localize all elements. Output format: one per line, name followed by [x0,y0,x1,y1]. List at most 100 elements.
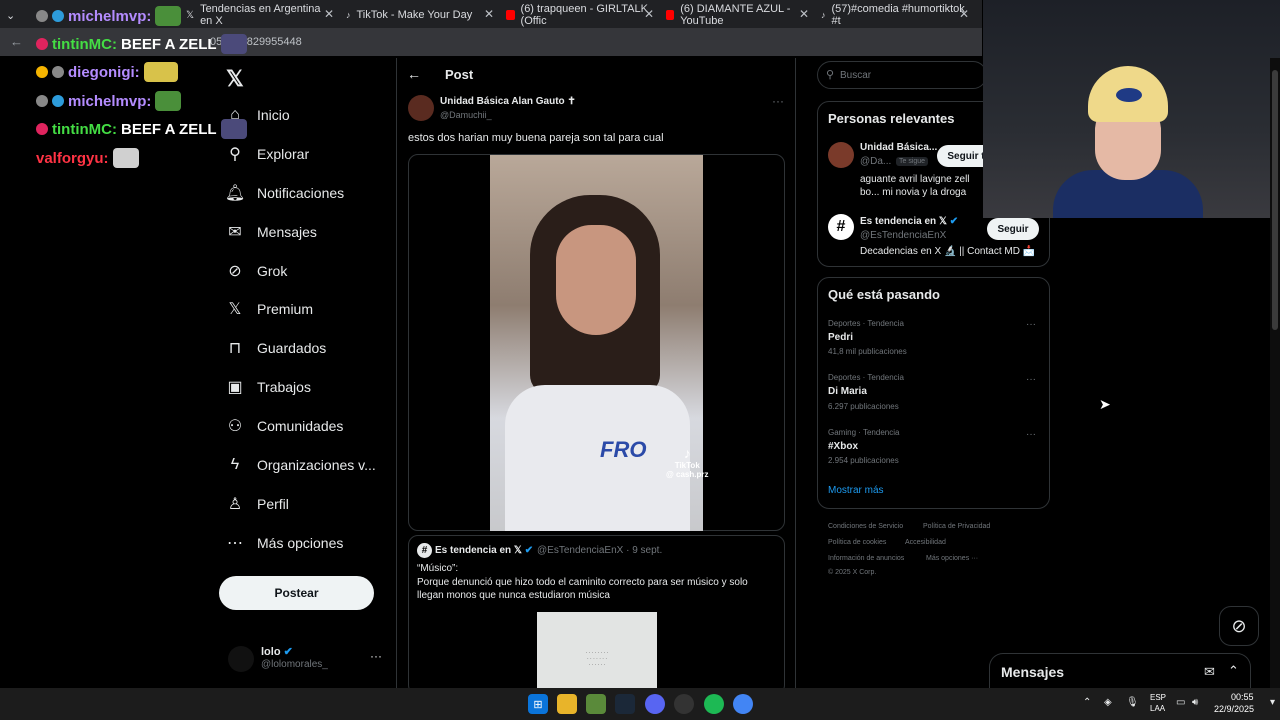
close-icon[interactable]: ✕ [644,7,654,21]
messages-drawer[interactable]: Mensajes ✉ ⌃ [989,653,1251,693]
verified-icon: ✔ [949,216,959,227]
footer-link[interactable]: Condiciones de Servicio [828,523,903,530]
avatar[interactable] [828,142,854,168]
clock-date[interactable]: 22/9/2025 [1214,704,1254,714]
person-name[interactable]: Unidad Básica... [860,142,937,153]
discord-icon[interactable] [645,694,665,714]
nav-label: Inicio [257,107,290,123]
tab-youtube-trapqueen[interactable]: (6) trapqueen - GIRLTALK (Offic ✕ [500,3,660,27]
nav-grok[interactable]: ⊘ Grok [226,262,287,280]
more-icon[interactable]: ··· [772,94,784,108]
more-icon[interactable]: ··· [370,649,382,663]
nav-organizaciones[interactable]: ϟ Organizaciones v... [226,456,376,474]
search-input[interactable]: ⚲ Buscar [817,61,987,89]
steam-icon[interactable] [615,694,635,714]
tab-label: (6) DIAMANTE AZUL - YouTube [680,3,791,27]
x-premium-icon: 𝕏 [228,301,242,318]
account-switcher[interactable]: lolo ✔ @lolomorales_ ··· [228,642,388,678]
more-icon[interactable]: ··· [1026,319,1036,330]
back-arrow-icon[interactable]: ← [407,66,421,82]
chat-line: tintinMC: BEEF A ZELL [36,119,247,139]
close-icon[interactable]: ✕ [799,7,809,21]
new-message-icon[interactable]: ✉ [1204,664,1215,680]
language-indicator[interactable]: ESP [1150,693,1166,702]
close-icon[interactable]: ✕ [324,7,334,21]
trend-name[interactable]: Di Maria [828,386,867,397]
tab-youtube-diamante[interactable]: (6) DIAMANTE AZUL - YouTube ✕ [660,3,815,27]
footer-link[interactable]: Accesibilidad [905,539,946,546]
tab-menu-button[interactable]: ⌄ [0,4,24,26]
network-icon[interactable]: ▭ [1176,697,1185,708]
emote-icon [112,148,139,168]
chrome-icon[interactable] [733,694,753,714]
language-indicator[interactable]: LAA [1150,704,1165,713]
footer-link[interactable]: Política de cookies [828,539,886,546]
nav-explorar[interactable]: ⚲ Explorar [226,145,309,163]
trend-count: 2.954 publicaciones [828,456,899,465]
chat-username: diegonigi: [68,63,140,81]
nav-label: Perfil [257,496,289,512]
avatar[interactable] [408,95,434,121]
close-icon[interactable]: ✕ [484,7,494,21]
nav-label: Trabajos [257,379,311,395]
chevron-up-icon[interactable]: ⌃ [1083,697,1091,708]
video-player[interactable]: FRO ♪ TikTok @ cash.prz [490,155,708,531]
search-icon: ⚲ [826,69,835,81]
nav-perfil[interactable]: ♙ Perfil [226,495,289,513]
show-more-link[interactable]: Mostrar más [828,485,884,496]
footer-link[interactable]: Política de Privacidad [923,523,990,530]
nav-mensajes[interactable]: ✉ Mensajes [226,223,317,241]
badge-icon [36,95,48,107]
tab-tendencias[interactable]: 𝕏 Tendencias en Argentina en X ✕ [180,3,340,27]
avatar [228,646,254,672]
nav-label: Organizaciones v... [257,457,376,473]
app-icon[interactable] [674,694,694,714]
chevron-up-icon[interactable]: ⌃ [1228,663,1239,679]
footer-link[interactable]: Más opciones ··· [926,555,978,562]
copyright: © 2025 X Corp. [828,569,877,576]
trend-name[interactable]: #Xbox [828,441,858,452]
file-explorer-icon[interactable] [557,694,577,714]
nav-comunidades[interactable]: ⚇ Comunidades [226,417,344,435]
close-icon[interactable]: ✕ [959,7,969,21]
nav-inicio[interactable]: ⌂ Inicio [226,106,290,124]
scrollbar-thumb[interactable] [1272,70,1278,330]
more-icon[interactable]: ··· [1026,374,1036,385]
pepe-emote-icon [155,91,182,111]
more-icon[interactable]: ··· [1026,429,1036,440]
tab-tiktok[interactable]: ♪ TikTok - Make Your Day ✕ [340,4,500,26]
nav-premium[interactable]: 𝕏 Premium [226,300,313,318]
trend-name[interactable]: Pedri [828,332,853,343]
hashtag-avatar-icon[interactable]: # [828,214,854,240]
post-button[interactable]: Postear [219,576,374,610]
nav-mas-opciones[interactable]: ⋯ Más opciones [226,534,343,552]
app-icon[interactable] [586,694,606,714]
back-arrow-icon[interactable]: ← [10,34,23,49]
x-logo-icon[interactable]: 𝕏 [226,66,244,92]
follow-button[interactable]: Seguir [987,218,1039,240]
badge-icon [36,66,48,78]
post-text: estos dos harian muy buena pareja son ta… [408,132,664,144]
chat-line: tintinMC: BEEF A ZELL [36,34,247,54]
volume-icon[interactable]: 🔊︎ [1192,697,1198,708]
person-name[interactable]: Es tendencia en 𝕏 ✔ [860,216,958,227]
security-icon[interactable]: ◈ [1104,697,1112,708]
notification-icon[interactable]: ▾ [1270,697,1275,708]
author-name[interactable]: Unidad Básica Alan Gauto ✝ [440,96,576,107]
nav-guardados[interactable]: ⊓ Guardados [226,339,327,357]
spotify-icon[interactable] [704,694,724,714]
nav-notificaciones[interactable]: 🔔︎ Notificaciones [225,184,344,202]
mail-icon: ✉ [228,224,242,241]
pepe-emote-icon [155,6,182,26]
quote-image[interactable]: · · · · · · · · · · · · · · · · · · · · · [537,612,657,688]
windows-start-icon[interactable]: ⊞ [528,694,548,714]
grok-icon[interactable]: ⊘ [1219,606,1259,646]
badge-icon [36,38,48,50]
author-handle[interactable]: @Damuchii_ [440,110,492,120]
lightning-icon: ϟ [230,456,240,473]
clock-time[interactable]: 00:55 [1231,692,1254,702]
mic-icon[interactable]: 🎙︎ [1126,697,1139,708]
nav-trabajos[interactable]: ▣ Trabajos [226,378,311,396]
footer-link[interactable]: Información de anuncios [828,555,904,562]
tab-tiktok-comedia[interactable]: ♪ (57)#comedia #humortiktok #t ✕ [815,3,975,27]
